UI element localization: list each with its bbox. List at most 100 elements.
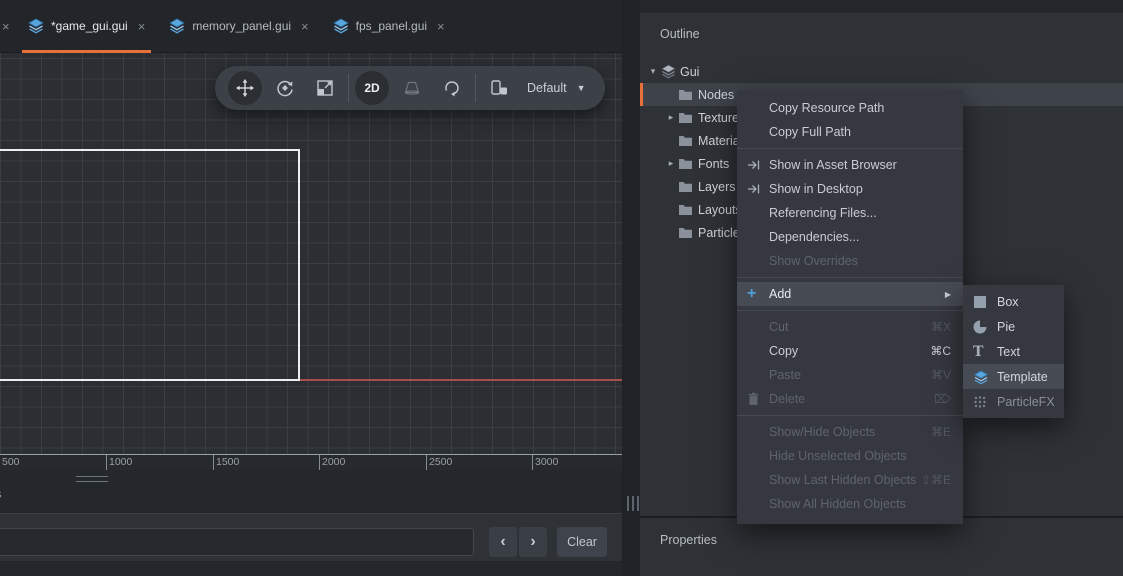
scale-tool-button[interactable] — [305, 68, 345, 108]
submenu-item-pie[interactable]: Pie — [963, 314, 1064, 339]
toolbar-divider — [348, 74, 349, 102]
gui-file-icon — [333, 18, 349, 34]
submenu-item-template[interactable]: Template — [963, 364, 1064, 389]
menu-item-show-overrides: Show Overrides — [737, 249, 963, 273]
gui-file-icon — [28, 18, 44, 34]
device-icon — [489, 78, 509, 98]
shortcut-label: ⌘V — [931, 368, 951, 382]
menu-item-hide-unselected-objects: Hide Unselected Objects — [737, 444, 963, 468]
scale-icon — [315, 78, 335, 98]
folder-icon — [678, 135, 698, 147]
ruler-tick — [532, 455, 533, 470]
menu-item-cut: Cut ⌘X — [737, 315, 963, 339]
tab-game-gui[interactable]: *game_gui.gui × — [18, 0, 155, 53]
pie-icon — [973, 320, 997, 334]
ruler-label: 2000 — [322, 456, 345, 468]
particlefx-icon — [973, 395, 997, 409]
horizontal-ruler: 500 1000 1500 2000 2500 3000 — [0, 454, 622, 470]
box-icon — [973, 295, 997, 309]
expander-closed-icon[interactable]: ▸ — [664, 158, 678, 169]
delete-key-icon: ⌦ — [934, 392, 951, 406]
menu-item-add[interactable]: + Add ▶ — [737, 282, 963, 306]
tab-close-icon[interactable]: × — [301, 20, 309, 33]
clear-button-label: Clear — [567, 535, 597, 549]
menu-item-show-hide-objects: Show/Hide Objects ⌘E — [737, 420, 963, 444]
folder-icon — [678, 204, 698, 216]
ruler-tick — [319, 455, 320, 470]
folder-icon — [678, 112, 698, 124]
2d-mode-button[interactable]: 2D — [355, 71, 389, 105]
submenu-item-box[interactable]: Box — [963, 289, 1064, 314]
menu-item-referencing-files[interactable]: Referencing Files... — [737, 201, 963, 225]
expander-open-icon[interactable]: ▾ — [646, 66, 660, 77]
expander-closed-icon[interactable]: ▸ — [664, 112, 678, 123]
folder-icon — [678, 89, 698, 101]
tab-label: *game_gui.gui — [51, 19, 128, 33]
jump-to-icon — [747, 158, 769, 172]
reload-icon — [442, 78, 462, 98]
menu-separator — [737, 415, 963, 416]
tab-bar: × *game_gui.gui × memory_panel.gui × — [0, 0, 622, 53]
rotate-tool-button[interactable] — [265, 68, 305, 108]
tree-row-label: Layers — [698, 180, 736, 194]
ruler-tick — [426, 455, 427, 470]
tab-close-icon[interactable]: × — [437, 20, 445, 33]
prev-result-button[interactable]: ‹ — [489, 527, 517, 557]
properties-panel-title: Properties — [660, 533, 717, 547]
scene-toolbar: 2D Default ▼ — [215, 66, 605, 110]
x-axis-line — [300, 379, 622, 381]
submenu-item-particlefx[interactable]: ParticleFX — [963, 389, 1064, 414]
tree-row-gui[interactable]: ▾ Gui — [640, 60, 1123, 83]
ruler-label: 500 — [2, 456, 20, 468]
toolbar-divider — [475, 74, 476, 102]
clipped-text-fragment: s — [0, 487, 1, 501]
display-profile-button[interactable] — [479, 68, 519, 108]
jump-to-icon — [747, 182, 769, 196]
ruler-tick — [213, 455, 214, 470]
tree-row-label: Fonts — [698, 157, 729, 171]
move-tool-button[interactable] — [228, 71, 262, 105]
outline-panel-title: Outline — [660, 27, 700, 41]
perspective-camera-button[interactable] — [392, 68, 432, 108]
partial-tab-close-icon[interactable]: × — [2, 19, 14, 34]
move-icon — [235, 78, 255, 98]
frustum-icon — [402, 78, 422, 98]
menu-item-copy[interactable]: Copy ⌘C — [737, 339, 963, 363]
next-result-button[interactable]: › — [519, 527, 547, 557]
menu-item-copy-full-path[interactable]: Copy Full Path — [737, 120, 963, 144]
shortcut-label: ⌘X — [931, 320, 951, 334]
menu-item-show-all-hidden-objects: Show All Hidden Objects — [737, 492, 963, 516]
chevron-left-icon: ‹ — [500, 533, 505, 551]
reset-camera-button[interactable] — [432, 68, 472, 108]
menu-item-show-in-asset-browser[interactable]: Show in Asset Browser — [737, 153, 963, 177]
menu-item-copy-resource-path[interactable]: Copy Resource Path — [737, 96, 963, 120]
pane-gap: s — [0, 470, 622, 513]
submenu-item-text[interactable]: T Text — [963, 339, 1064, 364]
search-input[interactable] — [0, 528, 474, 556]
shortcut-label: ⌘C — [930, 344, 951, 358]
menu-item-dependencies[interactable]: Dependencies... — [737, 225, 963, 249]
menu-separator — [737, 310, 963, 311]
scene-viewport[interactable]: 2D Default ▼ — [0, 53, 622, 454]
bottom-strip — [0, 561, 622, 576]
gui-bounds-rect — [0, 149, 300, 381]
folder-icon — [678, 181, 698, 193]
vertical-resize-handle[interactable] — [627, 496, 639, 511]
ruler-label: 2500 — [429, 456, 452, 468]
chevron-down-icon[interactable]: ▼ — [577, 83, 586, 93]
add-submenu: Box Pie T Text Template — [963, 285, 1064, 418]
text-icon: T — [973, 345, 997, 359]
tree-row-label: Nodes — [698, 88, 734, 102]
display-profile-label: Default — [527, 81, 567, 95]
chevron-right-icon: › — [530, 533, 535, 551]
tab-memory-panel[interactable]: memory_panel.gui × — [159, 0, 318, 53]
horizontal-resize-handle[interactable] — [76, 476, 108, 482]
search-bar: ‹ › Clear — [0, 513, 622, 561]
clear-button[interactable]: Clear — [557, 527, 607, 557]
shortcut-label: ⌘E — [931, 425, 951, 439]
menu-item-show-in-desktop[interactable]: Show in Desktop — [737, 177, 963, 201]
ruler-label: 3000 — [535, 456, 558, 468]
tab-close-icon[interactable]: × — [138, 20, 146, 33]
tab-fps-panel[interactable]: fps_panel.gui × — [323, 0, 455, 53]
folder-icon — [678, 158, 698, 170]
